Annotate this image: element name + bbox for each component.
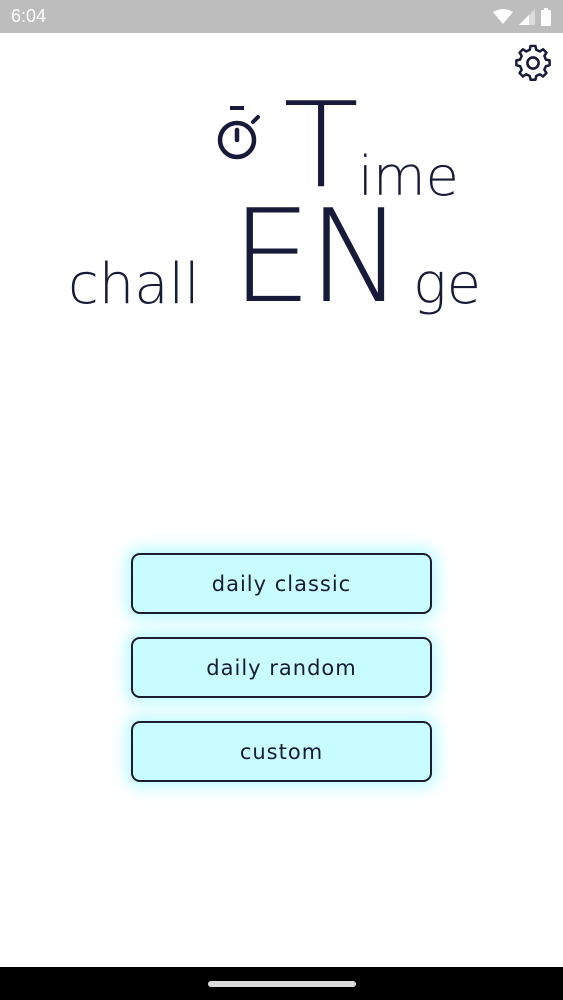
custom-label: custom <box>239 739 324 764</box>
custom-button[interactable]: custom <box>131 721 432 782</box>
logo-word-chall: chall <box>68 252 200 317</box>
daily-random-button[interactable]: daily random <box>131 637 432 698</box>
daily-classic-label: daily classic <box>211 571 352 596</box>
home-indicator[interactable] <box>208 981 356 987</box>
logo-word-ge: ge <box>413 252 482 317</box>
daily-classic-button[interactable]: daily classic <box>131 553 432 614</box>
navigation-bar <box>0 967 563 1000</box>
stopwatch-icon <box>217 106 260 160</box>
app-logo: T ime chall EN ge <box>0 0 563 340</box>
logo-letters-en: EN <box>231 183 404 332</box>
daily-random-label: daily random <box>206 655 357 680</box>
